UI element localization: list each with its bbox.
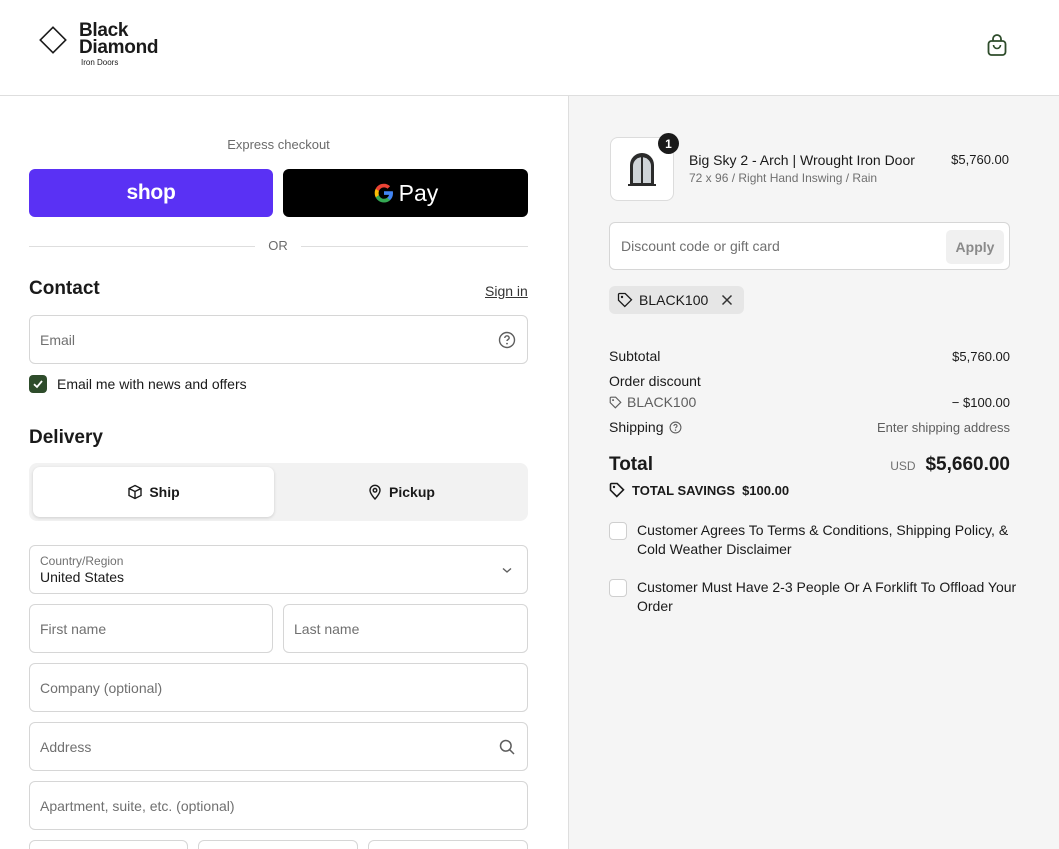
tag-icon: [609, 482, 625, 498]
arched-door-image: [628, 153, 656, 186]
discount-value: − $100.00: [951, 394, 1010, 410]
or-divider: OR: [29, 237, 528, 255]
total-label: Total: [609, 454, 653, 475]
city-field[interactable]: [29, 840, 188, 849]
first-name-field[interactable]: First name: [29, 604, 273, 653]
pickup-option[interactable]: Pickup: [278, 467, 524, 517]
apartment-field[interactable]: Apartment, suite, etc. (optional): [29, 781, 528, 830]
shop-pay-label: shop: [126, 181, 176, 204]
terms-checkbox[interactable]: [609, 522, 627, 540]
brand-logo[interactable]: Black Diamond Iron Doors: [37, 21, 177, 70]
shipping-value: Enter shipping address: [877, 419, 1010, 435]
country-label: Country/Region: [40, 554, 124, 568]
country-select[interactable]: Country/Region United States: [29, 545, 528, 594]
shipping-row: Shipping Enter shipping address: [609, 419, 1010, 435]
diamond-logo-icon: [39, 26, 67, 54]
delivery-title: Delivery: [29, 427, 103, 448]
delivery-method-toggle: Ship Pickup: [29, 463, 528, 521]
savings-label: TOTAL SAVINGS: [632, 482, 736, 498]
address-placeholder: Address: [40, 738, 92, 755]
checkout-form: Express checkout shop Pay OR Contact Sig…: [0, 96, 568, 849]
discount-code-field[interactable]: Discount code or gift card Apply: [609, 222, 1010, 270]
google-pay-button[interactable]: Pay: [283, 169, 528, 217]
brand-name-line2: Diamond: [79, 37, 159, 58]
sign-in-link[interactable]: Sign in: [485, 283, 528, 299]
shipping-label: Shipping: [609, 419, 664, 435]
check-icon: [33, 380, 43, 389]
terms-agreement-row: Customer Agrees To Terms & Conditions, S…: [609, 521, 1019, 559]
pickup-label: Pickup: [389, 484, 435, 500]
brand-tagline: Iron Doors: [81, 58, 119, 67]
subtotal-row: Subtotal $5,760.00: [609, 348, 1010, 364]
or-text: OR: [268, 238, 288, 253]
express-checkout-label: Express checkout: [227, 137, 330, 152]
company-placeholder: Company (optional): [40, 679, 163, 696]
quantity-badge: 1: [658, 133, 679, 154]
applied-code-text: BLACK100: [639, 292, 709, 308]
order-discount-label: Order discount: [609, 373, 701, 389]
email-field[interactable]: Email: [29, 315, 528, 364]
email-placeholder: Email: [40, 331, 76, 348]
divider-line-left: [29, 246, 255, 247]
applied-discount-chip: BLACK100: [609, 286, 745, 314]
discount-placeholder: Discount code or gift card: [621, 238, 780, 254]
newsletter-label: Email me with news and offers: [57, 376, 247, 392]
order-summary: 1 Big Sky 2 - Arch | Wrought Iron Door 7…: [568, 96, 1059, 849]
ship-option[interactable]: Ship: [33, 467, 274, 517]
ship-label: Ship: [149, 484, 180, 500]
close-icon[interactable]: [720, 293, 734, 307]
last-name-placeholder: Last name: [294, 620, 360, 637]
savings-value: $100.00: [742, 482, 790, 498]
last-name-field[interactable]: Last name: [283, 604, 528, 653]
shopping-bag-icon[interactable]: [986, 33, 1008, 57]
tag-icon: [617, 292, 633, 308]
apply-discount-button[interactable]: Apply: [946, 230, 1004, 264]
divider-line-right: [301, 246, 528, 247]
total-currency: USD: [890, 459, 916, 473]
location-pin-icon: [369, 484, 381, 500]
country-value: United States: [40, 569, 125, 585]
state-select[interactable]: [198, 840, 358, 849]
company-field[interactable]: Company (optional): [29, 663, 528, 712]
product-price: $5,760.00: [951, 152, 1009, 167]
first-name-placeholder: First name: [40, 620, 107, 637]
total-amount: USD $5,660.00: [890, 454, 1010, 476]
chevron-down-icon: [502, 567, 512, 573]
newsletter-checkbox[interactable]: [29, 375, 47, 393]
box-icon: [128, 484, 143, 500]
subtotal-label: Subtotal: [609, 348, 661, 364]
zip-field[interactable]: [368, 840, 528, 849]
total-value: $5,660.00: [925, 454, 1010, 475]
help-circle-icon[interactable]: [498, 331, 516, 349]
discount-code-row: BLACK100 − $100.00: [609, 394, 1010, 410]
forklift-checkbox[interactable]: [609, 579, 627, 597]
google-pay-label: Pay: [398, 179, 439, 206]
help-circle-icon[interactable]: [669, 421, 682, 434]
product-variant: 72 x 96 / Right Hand Inswing / Rain: [689, 171, 878, 185]
search-icon: [499, 739, 515, 755]
apartment-placeholder: Apartment, suite, etc. (optional): [40, 797, 235, 814]
total-row: Total USD $5,660.00: [609, 454, 1010, 476]
contact-title: Contact: [29, 278, 100, 299]
product-title: Big Sky 2 - Arch | Wrought Iron Door: [689, 152, 915, 168]
subtotal-value: $5,760.00: [952, 348, 1010, 364]
total-savings: TOTAL SAVINGS $100.00: [609, 482, 789, 498]
address-field[interactable]: Address: [29, 722, 528, 771]
order-discount-row: Order discount: [609, 373, 1010, 389]
discount-code-detail: BLACK100: [609, 394, 696, 410]
discount-code-text: BLACK100: [627, 394, 697, 410]
terms-agreement-text: Customer Agrees To Terms & Conditions, S…: [637, 522, 1009, 557]
shipping-label-wrap: Shipping: [609, 419, 682, 435]
header: Black Diamond Iron Doors: [0, 0, 1059, 96]
forklift-agreement-row: Customer Must Have 2-3 People Or A Forkl…: [609, 578, 1019, 616]
tag-icon: [609, 396, 622, 409]
forklift-agreement-text: Customer Must Have 2-3 People Or A Forkl…: [637, 579, 1017, 614]
google-g-icon: [374, 183, 393, 203]
shop-pay-button[interactable]: shop: [29, 169, 273, 217]
newsletter-row: Email me with news and offers: [29, 374, 247, 394]
